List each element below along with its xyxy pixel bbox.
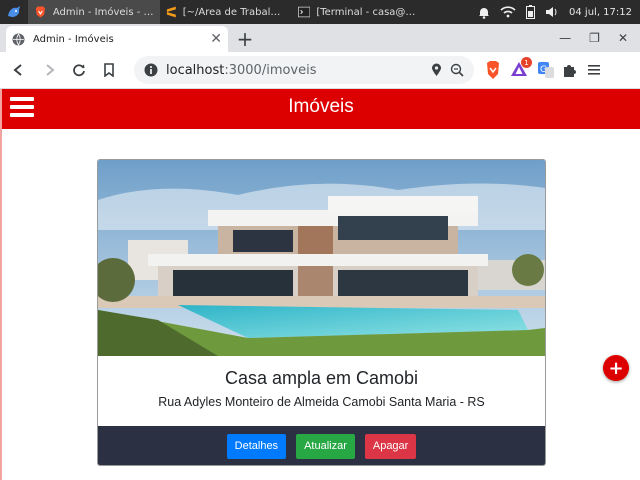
tab-title: Admin - Imóveis [33,33,114,45]
details-button[interactable]: Detalhes [226,433,287,459]
forward-icon [46,64,55,76]
globe-icon [12,33,25,46]
house-photo-illustration [98,160,545,356]
reload-button[interactable] [66,57,92,83]
page-content: Imóveis Casa ampla em Camobi Rua Adyles … [0,89,640,480]
reload-icon [73,64,85,77]
clock: 04 jul, 17:12 [569,6,632,18]
task-editor[interactable]: [~/Área de Trabalho/i... [160,0,292,24]
minimize-icon[interactable]: — [559,31,571,45]
brave-shield-icon[interactable] [484,60,502,80]
bell-icon[interactable] [478,6,490,19]
brave-icon [35,6,46,18]
task-terminal[interactable]: [Terminal - casa@cas... [292,0,424,24]
os-taskbar: Admin - Imóveis - Br... [~/Área de Traba… [0,0,640,24]
browser-toolbar: localhost:3000/imoveis 1 G [0,52,640,89]
back-button[interactable] [6,57,32,83]
property-title: Casa ampla em Camobi [224,368,419,388]
location-icon[interactable] [431,63,442,77]
os-menu-button[interactable] [0,0,28,24]
battery-icon[interactable] [526,5,536,19]
translate-icon[interactable]: G [538,62,554,78]
brave-rewards-button[interactable]: 1 [510,57,532,79]
url-host: localhost [166,62,225,78]
volume-icon[interactable] [545,6,559,18]
url-path: :3000/imoveis [224,62,317,78]
extension-badge: 1 [521,57,532,68]
page-title: Imóveis [288,96,354,117]
forward-button[interactable] [36,57,62,83]
task-label: [Terminal - casa@cas... [316,6,418,18]
task-browser[interactable]: Admin - Imóveis - Br... [28,0,160,24]
add-property-button[interactable]: + [603,355,629,381]
property-card: Casa ampla em Camobi Rua Adyles Monteiro… [97,159,546,466]
extensions-area: 1 G [484,57,602,80]
system-tray: 04 jul, 17:12 [478,5,640,19]
bookmark-button[interactable] [96,57,122,83]
browser-tab[interactable]: Admin - Imóveis ✕ [6,26,228,52]
card-body: Casa ampla em Camobi Rua Adyles Monteiro… [98,356,545,426]
restore-icon[interactable]: ❐ [589,31,600,45]
info-icon[interactable] [144,63,158,77]
bookmark-icon [104,63,114,77]
zoom-icon[interactable] [450,63,464,77]
close-tab-icon[interactable]: ✕ [210,31,222,47]
app-header: Imóveis [2,89,640,129]
card-actions: Detalhes Atualizar Apagar [98,426,545,465]
extensions-icon[interactable] [562,62,578,78]
back-icon [13,64,22,76]
property-address: Rua Adyles Monteiro de Almeida Camobi Sa… [158,395,485,409]
property-photo [98,160,545,356]
task-label: [~/Área de Trabalho/i... [182,6,286,18]
menu-icon[interactable] [586,63,602,77]
os-logo-icon [8,6,20,17]
task-label: Admin - Imóveis - Br... [52,6,154,18]
address-bar[interactable]: localhost:3000/imoveis [134,56,474,84]
browser-tabstrip: Admin - Imóveis ✕ + — ❐ ✕ [0,24,640,52]
new-tab-button[interactable]: + [232,26,258,52]
terminal-icon [298,6,311,18]
close-window-icon[interactable]: ✕ [618,31,628,45]
delete-button[interactable]: Apagar [364,433,417,459]
sublime-icon [166,6,176,18]
update-button[interactable]: Atualizar [296,433,355,459]
window-controls: — ❐ ✕ [559,24,640,52]
wifi-icon[interactable] [500,6,516,18]
